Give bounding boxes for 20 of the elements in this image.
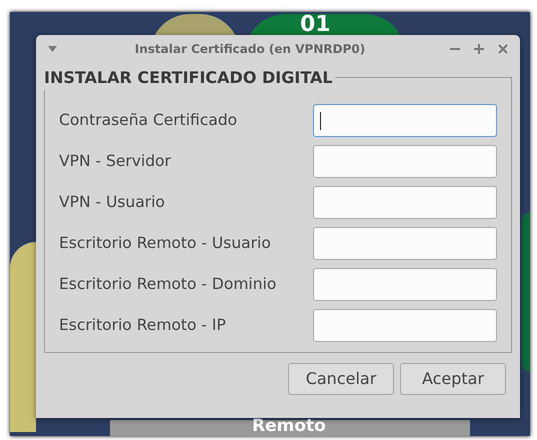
input-field[interactable] <box>313 145 497 178</box>
wallpaper-label: Remoto <box>252 418 326 435</box>
input-field[interactable] <box>313 309 497 342</box>
field-label: VPN - Usuario <box>59 192 165 213</box>
maximize-icon[interactable] <box>474 44 484 54</box>
field-label: Escritorio Remoto - Dominio <box>59 274 276 295</box>
window-menu-icon[interactable] <box>48 46 57 52</box>
input-field[interactable] <box>313 227 497 260</box>
wallpaper-label: 01 <box>300 14 331 36</box>
accept-button[interactable]: Aceptar <box>400 363 506 395</box>
field-label: Escritorio Remoto - IP <box>59 314 226 336</box>
close-icon[interactable] <box>498 44 508 54</box>
field-label: Escritorio Remoto - Usuario <box>59 232 271 254</box>
input-field[interactable] <box>313 186 497 219</box>
input-field[interactable] <box>313 104 497 137</box>
field-label: Contraseña Certificado <box>59 110 238 131</box>
cancel-button[interactable]: Cancelar <box>288 363 394 395</box>
window-title: Instalar Certificado (en VPNRDP0) <box>134 41 366 58</box>
input-field[interactable] <box>313 268 497 301</box>
field-label: VPN - Servidor <box>59 150 171 172</box>
